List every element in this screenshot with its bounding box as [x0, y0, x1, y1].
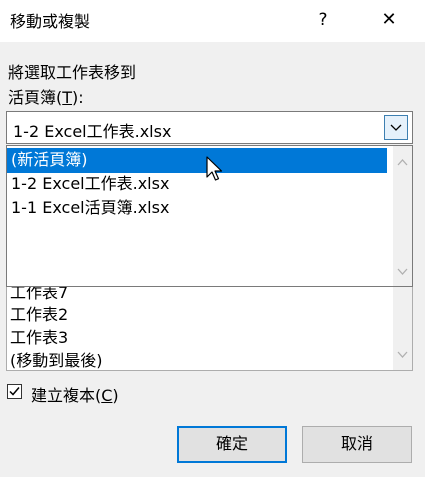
dialog-title: 移動或複製: [10, 12, 91, 31]
workbook-label: 活頁簿(T):: [8, 84, 84, 108]
help-button[interactable]: ?: [306, 0, 340, 42]
chevron-down-icon: [390, 124, 402, 131]
create-copy-checkbox[interactable]: [7, 384, 22, 399]
move-selected-sheets-label: 將選取工作表移到: [8, 63, 137, 82]
create-copy-label-pre: 建立複本(: [31, 386, 102, 405]
workbook-label-access-key: T: [62, 88, 73, 107]
workbook-dropdown-button[interactable]: [384, 115, 408, 140]
ok-button[interactable]: 確定: [177, 426, 287, 463]
create-copy-access-key: C: [101, 386, 113, 405]
title-bar: 移動或複製 ? ✕: [0, 0, 425, 42]
dropdown-option[interactable]: 1-2 Excel工作表.xlsx: [7, 172, 387, 197]
list-item[interactable]: 工作表2: [10, 301, 68, 325]
list-item[interactable]: 工作表3: [10, 324, 68, 348]
cancel-button[interactable]: 取消: [302, 426, 412, 463]
dropdown-option[interactable]: 1-1 Excel活頁簿.xlsx: [7, 196, 387, 221]
workbook-label-pre: 活頁簿(: [8, 88, 63, 107]
checkmark-icon: [9, 387, 20, 396]
workbook-combobox[interactable]: 1-2 Excel工作表.xlsx: [6, 111, 413, 144]
scroll-down-arrow-icon[interactable]: [397, 268, 408, 276]
create-copy-label[interactable]: 建立複本(C): [31, 382, 119, 406]
workbook-label-post: ):: [72, 88, 84, 107]
workbook-combobox-value: 1-2 Excel工作表.xlsx: [13, 122, 172, 141]
close-button[interactable]: ✕: [372, 0, 406, 42]
scroll-up-arrow-icon[interactable]: [397, 158, 408, 166]
dropdown-scrollbar[interactable]: [393, 146, 412, 286]
mouse-cursor-icon: [206, 156, 223, 181]
dropdown-option-new-workbook[interactable]: (新活頁簿): [7, 148, 387, 173]
scroll-down-arrow-icon[interactable]: [397, 351, 408, 359]
create-copy-label-post: ): [112, 386, 119, 405]
list-item[interactable]: (移動到最後): [10, 347, 103, 370]
